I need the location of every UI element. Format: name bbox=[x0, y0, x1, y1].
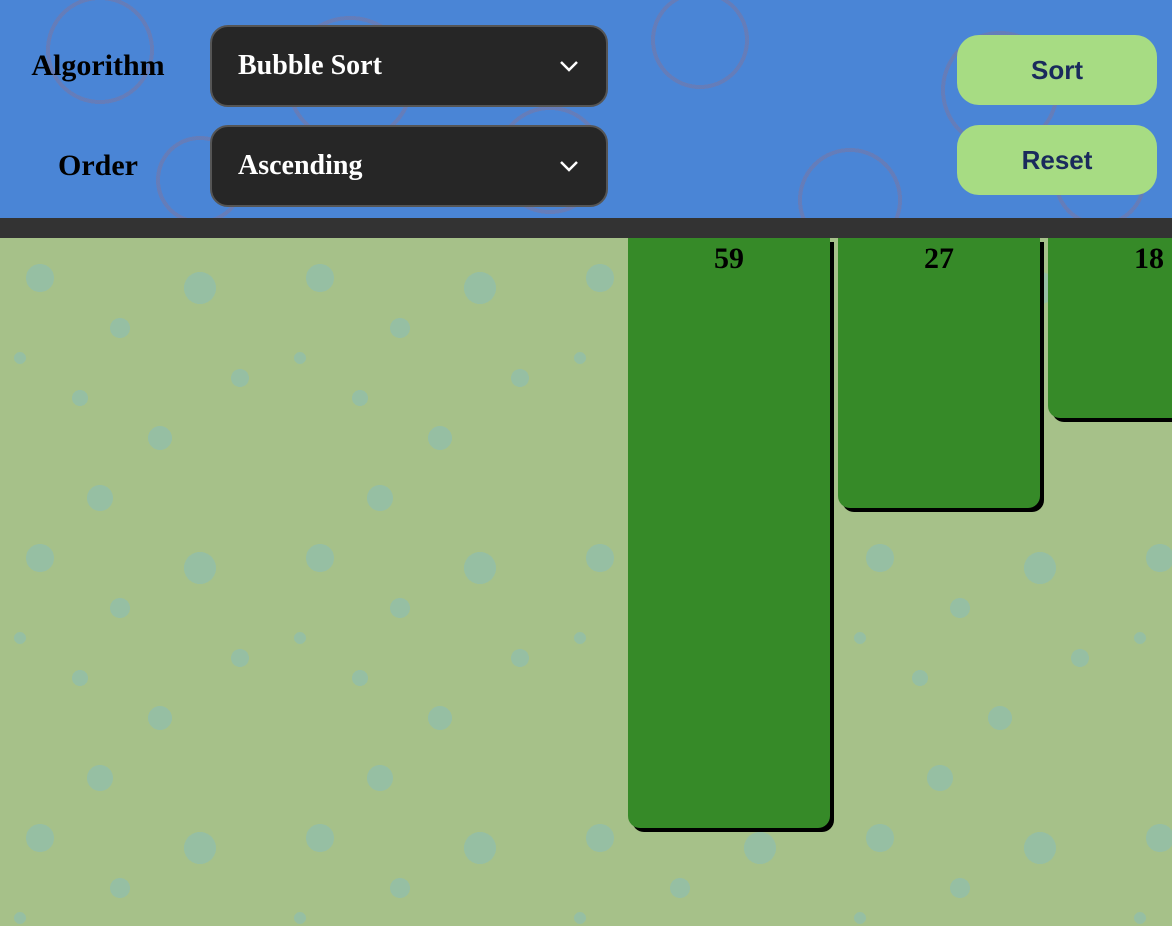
algorithm-label: Algorithm bbox=[20, 49, 176, 83]
sort-bar: 27 bbox=[838, 238, 1040, 508]
order-label: Order bbox=[20, 149, 176, 183]
header-controls: Algorithm Bubble Sort Order Ascending So… bbox=[0, 0, 1172, 218]
bars-container: 59 27 18 bbox=[0, 238, 1172, 926]
algorithm-control-row: Algorithm Bubble Sort bbox=[20, 25, 608, 107]
order-select-value: Ascending bbox=[238, 150, 558, 182]
sort-bar: 18 bbox=[1048, 238, 1172, 418]
algorithm-select[interactable]: Bubble Sort bbox=[210, 25, 608, 107]
order-control-row: Order Ascending bbox=[20, 125, 608, 207]
action-buttons: Sort Reset bbox=[957, 25, 1157, 195]
bar-value-label: 59 bbox=[714, 242, 744, 828]
chevron-down-icon bbox=[558, 55, 580, 77]
order-select[interactable]: Ascending bbox=[210, 125, 608, 207]
controls-left: Algorithm Bubble Sort Order Ascending bbox=[20, 25, 608, 207]
chevron-down-icon bbox=[558, 155, 580, 177]
bar-value-label: 27 bbox=[924, 242, 954, 508]
reset-button[interactable]: Reset bbox=[957, 125, 1157, 195]
sort-bar: 59 bbox=[628, 238, 830, 828]
separator-bar bbox=[0, 218, 1172, 238]
algorithm-select-value: Bubble Sort bbox=[238, 50, 558, 82]
visualization-area: 59 27 18 bbox=[0, 238, 1172, 926]
sort-button[interactable]: Sort bbox=[957, 35, 1157, 105]
bar-value-label: 18 bbox=[1134, 242, 1164, 418]
